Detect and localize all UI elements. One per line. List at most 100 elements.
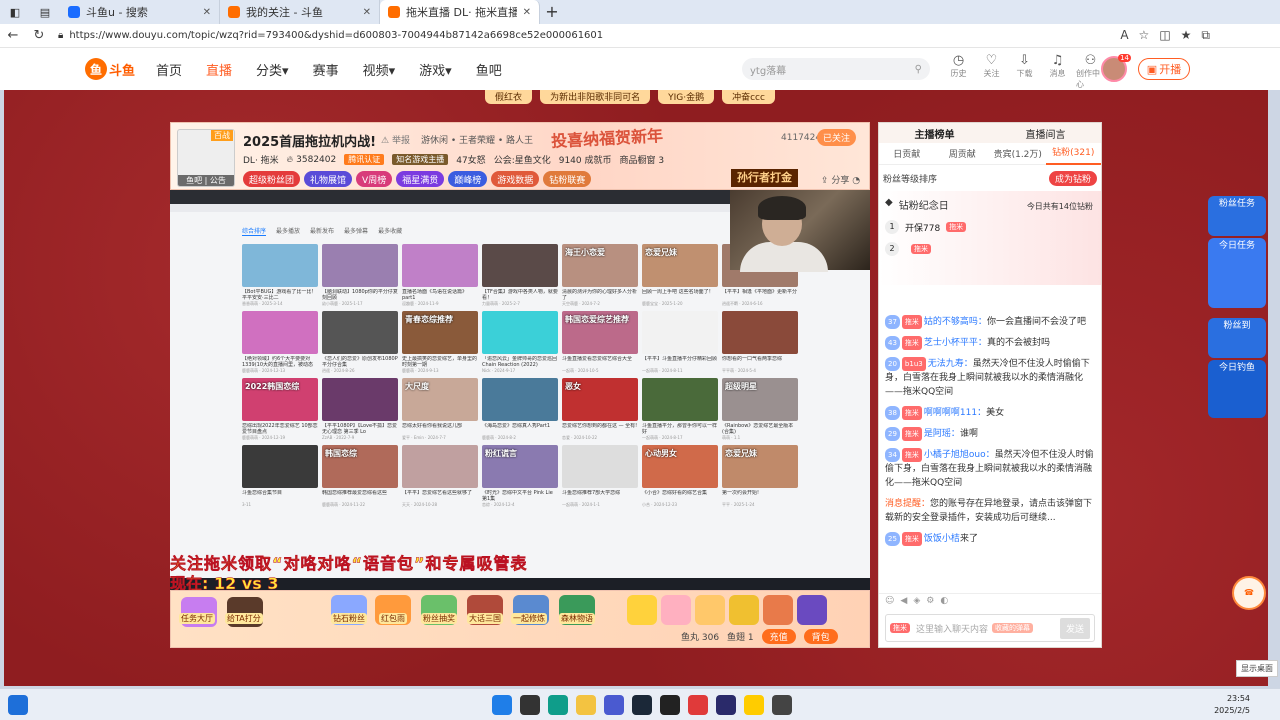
close-tab-icon[interactable]: ✕ [363,7,371,18]
system-clock[interactable]: 23:54 2025/2/5 [1214,693,1250,717]
app-icon[interactable] [772,694,792,715]
chat-username[interactable]: 姑的不够高吗： [924,317,987,327]
chat-input[interactable]: 拖米 这里输入聊天内容 收藏的弹幕 发送 [885,614,1095,642]
tab-daily[interactable]: 日贡献 [879,147,935,160]
peak-rank-button[interactable]: 巅峰榜 [448,171,488,187]
lucky-button[interactable]: 福星满贯 [396,171,445,187]
store-icon[interactable] [604,694,624,715]
fans-task-widget[interactable]: 粉丝任务 [1208,196,1266,236]
chat-username[interactable]: 是阿瑶： [924,429,960,439]
diamond-row[interactable]: 2 拖米 [885,242,1095,256]
saved-danmu-button[interactable]: 收藏的弹幕 [992,623,1034,633]
nav-live[interactable]: 直播 [194,60,244,79]
chat-message[interactable]: 25 拖米 饭饭小桔来了 [885,532,1095,546]
close-tab-icon[interactable]: ✕ [523,7,531,18]
explorer-icon[interactable] [520,694,540,715]
read-aloud-icon[interactable]: A [1120,28,1128,43]
favorite-star-icon[interactable]: ☆ [1139,28,1150,43]
chat-message[interactable]: 37 拖米 姑的不够高吗：你一会直播间不会没了吧 [885,315,1095,329]
history-button[interactable]: ◷ 历史 [944,54,973,90]
download-button[interactable]: ⇩ 下载 [1010,54,1039,90]
chat-message[interactable]: 34 拖米 小橘子旭旭ouo：虽然天冷但不住没人时偷偷下身，白雪落在我身上瞬间就被我… [885,448,1095,490]
tab-diamond[interactable]: 钻粉(321) [1045,143,1101,165]
fans-sort-label[interactable]: 粉丝等级排序 [883,172,937,185]
nav-category[interactable]: 分类▾ [244,60,301,79]
tab-live-room[interactable]: 拖米直播 DL· 拖米直播 拖米王· ✕ [380,0,540,24]
guild-label[interactable]: 公会:星鱼文化 [494,153,551,166]
chat-username[interactable]: 饭饭小桔 [924,534,960,544]
banner-item[interactable]: YIG·金鹅 [658,90,715,104]
chat-message[interactable]: 43 拖米 芝士小杯平平：真的不会被封吗 [885,336,1095,350]
follow-button[interactable]: 已关注 [817,129,857,146]
task-view-icon[interactable] [8,694,28,715]
gift-label[interactable]: 粉丝抽奖 [421,613,457,624]
url-field[interactable]: 🔒︎ https://www.douyu.com/topic/wzq?rid=7… [58,26,938,46]
backpack-button[interactable]: 背包 [803,629,838,644]
avatar-caption[interactable]: 鱼吧 | 公告 [178,175,234,186]
gift-label[interactable]: 一起修炼 [511,613,547,624]
chat-username[interactable]: 消息提醒： [885,499,930,509]
new-tab-icon[interactable]: + [540,0,564,24]
tab-room-chat[interactable]: 直播间言 [990,126,1101,141]
user-avatar[interactable]: 14 [1101,54,1131,82]
tab-follow[interactable]: 我的关注 - 斗鱼 ✕ [220,0,380,24]
nav-fishbar[interactable]: 鱼吧 [464,60,514,79]
charge-button[interactable]: 充值 [761,629,796,644]
daily-task-widget[interactable]: 今日任务 [1208,238,1266,308]
edge-icon[interactable] [548,694,568,715]
search-icon[interactable]: ⚲ [915,64,922,75]
follow-button[interactable]: ♡ 关注 [977,54,1006,90]
room-categories[interactable]: 游休闲 • 王者荣耀 • 路人王 [421,133,533,146]
v-weekly-button[interactable]: V周榜 [356,171,393,187]
gift-item-icon[interactable] [729,595,759,625]
app-icon[interactable] [660,694,680,715]
task-hall-label[interactable]: 任务大厅 [179,613,215,624]
chat-message[interactable]: 38 拖米 啊啊啊啊111：美女 [885,406,1095,420]
video-player[interactable]: 综合排序 最多播放 最新发布 最多弹幕 最多收藏 【Bot平BUG】游戏看了比一… [170,190,870,590]
start-stream-button[interactable]: ▣ 开播 [1138,58,1190,80]
chat-message[interactable]: 20 b1u3 无法九寿：虽然天冷但不住没人时偷偷下身，白雪落在我身上瞬间就被我以水… [885,357,1095,399]
close-tab-icon[interactable]: ✕ [203,7,211,18]
gift-icon[interactable]: ◈ [913,596,920,608]
back-icon[interactable]: ← [0,28,26,43]
tab-actions-icon[interactable]: ▤ [30,0,60,24]
show-desktop-button[interactable]: 显示桌面 [1236,660,1278,677]
window-menu-icon[interactable]: ◧ [0,0,30,24]
chat-username[interactable]: 芝士小杯平平： [924,338,987,348]
send-button[interactable]: 发送 [1059,617,1090,639]
message-button[interactable]: ♫ 消息 [1043,54,1072,90]
chat-message[interactable]: 消息提醒：您的账号存在异地登录，请点击该弹窗下载新的安全登录插件，安装成功后可继… [885,497,1095,525]
tab-weekly[interactable]: 周贡献 [935,147,991,160]
gift-label[interactable]: 钻石粉丝 [331,613,367,624]
diamond-row[interactable]: 1 开保778 拖米 [885,220,1095,234]
steam-icon[interactable] [632,694,652,715]
app-icon[interactable] [744,694,764,715]
banner-item[interactable]: 冲奋ccc [722,90,775,104]
tab-search[interactable]: 斗鱼u - 搜索 ✕ [60,0,220,24]
gift-item-icon[interactable] [627,595,657,625]
nav-events[interactable]: 赛事 [301,60,351,79]
daily-fishing-widget[interactable]: 今日钓鱼 [1208,360,1266,418]
emoji-icon[interactable]: ☺ [885,596,894,608]
split-screen-icon[interactable]: ◫ [1159,28,1170,43]
chat-username[interactable]: 啊啊啊啊111： [924,408,986,418]
chat-message[interactable]: 29 拖米 是阿瑶：谁啊 [885,427,1095,441]
tab-vip[interactable]: 贵宾(1.2万) [990,147,1046,160]
gift-item-icon[interactable] [763,595,793,625]
chat-username[interactable]: 无法九寿： [928,359,973,369]
megaphone-icon[interactable]: ◀ [900,596,907,608]
gift-item-icon[interactable] [695,595,725,625]
windows-start-icon[interactable] [492,694,512,715]
settings-icon[interactable]: ⚙ [926,596,934,608]
folder-icon[interactable] [576,694,596,715]
douyu-logo[interactable]: 鱼 斗鱼 [82,56,138,82]
streamer-avatar[interactable]: 百战 鱼吧 | 公告 [177,129,235,187]
tab-anchor-rank[interactable]: 主播榜单 [879,126,990,141]
refresh-icon[interactable]: ↻ [26,28,52,43]
diamond-league-button[interactable]: 钻粉联赛 [543,171,592,187]
nav-home[interactable]: 首页 [144,60,194,79]
app-icon[interactable] [688,694,708,715]
extensions-icon[interactable]: ⧉ [1201,28,1210,43]
search-input[interactable]: ytg落幕 ⚲ [742,58,930,80]
rate-label[interactable]: 给TA打分 [225,613,263,624]
